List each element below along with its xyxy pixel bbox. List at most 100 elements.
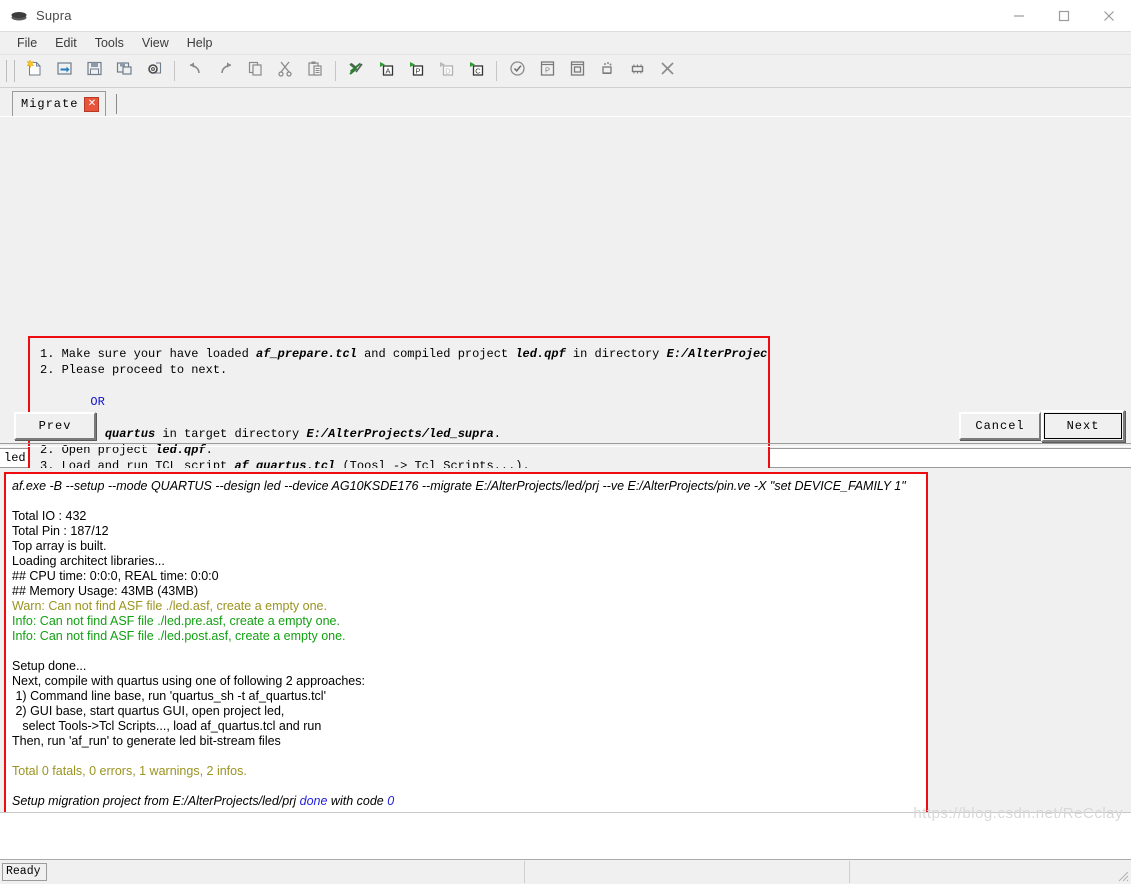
tab-strip: Migrate ✕ [0,88,1131,117]
project-settings-button[interactable] [139,57,169,85]
report-p-button[interactable]: P [532,57,562,85]
report-d-icon [568,59,587,83]
toolbar-separator [335,61,336,81]
copy-button[interactable] [240,57,270,85]
menu-tools[interactable]: Tools [86,32,133,54]
svg-text:C: C [475,67,481,76]
save-icon [85,59,104,83]
redo-button[interactable] [210,57,240,85]
menu-view[interactable]: View [133,32,178,54]
run-debug-button[interactable]: D [431,57,461,85]
instruction-text: and compiled project [356,347,516,361]
report-p-icon: P [538,59,557,83]
save-as-button[interactable] [109,57,139,85]
toolbar-grip[interactable] [6,60,15,82]
console-area: af.exe -B --setup --mode QUARTUS --desig… [0,468,1131,816]
application-window: Supra File Edit Tools View Help A P D C … [0,0,1131,884]
run-p-icon: P [407,59,426,83]
run-place-button[interactable]: P [401,57,431,85]
svg-text:A: A [385,67,390,76]
status-bar: Ready [0,859,1131,884]
title-bar: Supra [0,0,1131,32]
window-title: Supra [36,8,72,23]
report-d-button[interactable] [562,57,592,85]
console-line: Info: Can not find ASF file ./led.pre.as… [12,614,340,628]
wizard-separator [0,443,1131,447]
console-line: select Tools->Tcl Scripts..., load af_qu… [12,719,322,733]
resize-grip-icon[interactable] [1115,868,1129,882]
console-line: Setup migration project from E:/AlterPro… [12,794,920,809]
gear-document-icon [145,59,164,83]
tab-close-icon[interactable]: ✕ [84,96,100,112]
bottom-filler: https://blog.csdn.net/ReCclay [0,805,1131,859]
save-button[interactable] [79,57,109,85]
save-as-icon [115,59,134,83]
instruction-line: 1. Make sure your have loaded af_prepare… [40,346,768,362]
clipboard-paste-icon [306,59,325,83]
console-segment: Setup migration project from E:/AlterPro… [12,794,300,808]
status-divider-2 [849,861,850,883]
chip-icon [628,59,647,83]
run-all-button[interactable] [341,57,371,85]
console-line: Loading architect libraries... [12,554,165,568]
instruction-emphasis: af_prepare.tcl [256,347,357,361]
menu-help[interactable]: Help [178,32,222,54]
instruction-block-a: 1. Make sure your have loaded af_prepare… [40,346,768,378]
undo-button[interactable] [180,57,210,85]
menu-file[interactable]: File [8,32,46,54]
x-icon [658,59,677,83]
close-button[interactable] [1086,0,1131,31]
tab-migrate[interactable]: Migrate ✕ [12,91,107,116]
svg-text:P: P [544,66,549,75]
status-message: Ready [2,863,47,881]
paste-button[interactable] [300,57,330,85]
cut-button[interactable] [270,57,300,85]
device-button[interactable] [622,57,652,85]
instruction-text: 2. Please proceed to next. [40,363,228,377]
cancel-button[interactable]: Cancel [959,412,1041,440]
chip-program-button[interactable] [592,57,622,85]
open-project-icon [55,59,74,83]
run-c-icon: C [467,59,486,83]
minimize-button[interactable] [996,0,1041,31]
toolbar-separator [174,61,175,81]
close-tool-button[interactable] [652,57,682,85]
menu-bar: File Edit Tools View Help [0,32,1131,55]
new-file-button[interactable] [19,57,49,85]
console-line: Warn: Can not find ASF file ./led.asf, c… [12,599,327,613]
console-line: Info: Can not find ASF file ./led.post.a… [12,629,346,643]
console-line: Total Pin : 187/12 [12,524,109,538]
chip-dots-icon [598,59,617,83]
console-line: ## Memory Usage: 43MB (43MB) [12,584,199,598]
run-compile-button[interactable]: C [461,57,491,85]
instruction-emphasis: led.qpf [515,347,566,361]
open-project-button[interactable] [49,57,79,85]
instruction-line: 2. Please proceed to next. [40,362,758,378]
console-line: 1) Command line base, run 'quartus_sh -t… [12,689,326,703]
console-line: ## CPU time: 0:0:0, REAL time: 0:0:0 [12,569,219,583]
console-segment: 0 [387,794,395,808]
console-segment: with code [327,794,388,808]
redo-icon [216,59,235,83]
menu-edit[interactable]: Edit [46,32,86,54]
wizard-button-row: Prev Cancel Next [0,404,1131,448]
wizard-page: 1. Make sure your have loaded af_prepare… [0,117,1131,493]
undo-icon [186,59,205,83]
console-output[interactable]: af.exe -B --setup --mode QUARTUS --desig… [4,472,928,816]
console-line: 2) GUI base, start quartus GUI, open pro… [12,704,285,718]
console-line: af.exe -B --setup --mode QUARTUS --desig… [12,479,906,493]
check-button[interactable] [502,57,532,85]
run-flow-icon [347,59,366,83]
toolbar: A P D C P [0,55,1131,88]
console-line: Total 0 fatals, 0 errors, 1 warnings, 2 … [12,764,247,778]
maximize-button[interactable] [1041,0,1086,31]
run-analysis-button[interactable]: A [371,57,401,85]
instruction-text: in directory [565,347,667,361]
status-divider-1 [524,861,525,883]
supra-logo-icon [10,7,28,25]
prev-button[interactable]: Prev [14,412,96,440]
check-circle-icon [508,59,527,83]
next-button[interactable]: Next [1041,410,1125,442]
